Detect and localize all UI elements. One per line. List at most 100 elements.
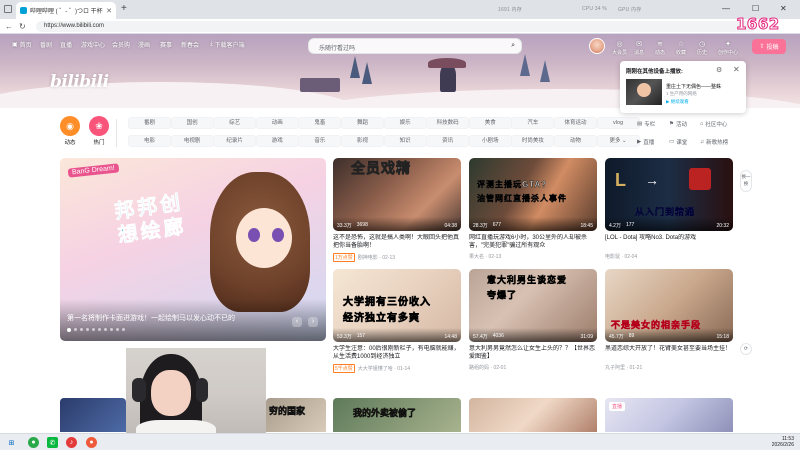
video-thumbnail[interactable]: 评测主播玩GTA? 油管网红直播杀人事件 28.3万 677 18:45 [469,158,597,231]
carousel-prev-icon[interactable]: ‹ [292,317,302,327]
video-title[interactable]: [LOL - Dota] 攻略No3. Dota的游戏 [605,234,733,250]
video-card-partial[interactable] [469,398,597,432]
channel-chip[interactable]: 国创 [170,117,214,129]
nav-esports[interactable]: 赛事 [160,40,172,49]
video-title[interactable]: 大学生注意：00后很刚新栏子，有电脑就能赚，从生活费1000到经济独立 [333,345,461,361]
carousel-dot[interactable] [122,328,125,331]
video-thumbnail[interactable]: 大学拥有三份收入 经济独立有多爽 53.3万 157 14:48 [333,269,461,342]
video-card[interactable]: 评测主播玩GTA? 油管网红直播杀人事件 28.3万 677 18:45 网红直播… [469,158,597,260]
live-card-partial[interactable]: 直播 [605,398,733,432]
channel-chip[interactable]: 纪录片 [213,135,257,147]
nav-bangumi[interactable]: 番剧 [40,40,52,49]
carousel-dot[interactable] [74,328,77,331]
link-live[interactable]: ▶ 直播 [637,138,654,146]
video-title[interactable]: 意大利男男竟然怎么让女生上头的？？【世界恋爱图鉴】 [469,345,597,361]
uploader[interactable]: 剧神电影 · 02-13 [358,254,395,261]
video-thumbnail[interactable]: 全员戏精 33.3万 3698 04:38 [333,158,461,231]
browser-tab[interactable]: 哔哩哔哩 ( ゜- ゜)つロ 干杯~-bilibili ✕ [16,2,116,19]
search-icon[interactable]: ⌕ [511,42,515,50]
video-card-partial[interactable]: 穷的国家 [266,398,326,432]
nav-live[interactable]: 直播 [60,40,72,49]
video-thumbnail[interactable]: 不是美女的相亲手段 45.7万 89 15:18 [605,269,733,342]
search-box[interactable]: 乐随行看过吗 ⌕ [308,38,522,54]
channel-chip[interactable]: 时尚美妆 [511,135,555,147]
channel-chip[interactable]: 动物 [554,135,597,147]
nav-creator[interactable]: ✦ 创作中心 [718,40,738,56]
video-card[interactable]: 意大利男生谈恋爱 夸爆了 57.4万 4036 31:09 意大利男男竟然怎么让女… [469,269,597,371]
bilibili-logo[interactable]: bilibili [50,72,109,92]
video-card[interactable]: 不是美女的相亲手段 45.7万 89 15:18 黑道恋综大开放了！花臂美女甚至要… [605,269,733,371]
nav-dynamic[interactable]: ≋ 动态 [655,40,665,56]
carousel-caption[interactable]: 第一名将制作卡面进游戏！一起绘制马以发心动不已的 [67,313,235,323]
carousel-dot[interactable] [92,328,95,331]
popup-video-name[interactable]: 重庄土下无偶色——整蛛 [666,83,742,90]
nav-manga[interactable]: 漫画 [138,40,150,49]
channel-chip[interactable]: 音乐 [298,135,342,147]
channel-chip[interactable]: 番剧 [128,117,171,129]
channel-chip[interactable]: 更多 ⌄ [596,135,640,147]
carousel-dot[interactable] [80,328,83,331]
hero-carousel[interactable]: BanG Dream! 邦邦创想绘廊 第一名将制作卡面进游戏！一起绘制马以发心动… [60,158,326,341]
channel-chip[interactable]: 体育运动 [554,117,597,129]
carousel-next-icon[interactable]: › [308,317,318,327]
video-card[interactable]: 大学拥有三份收入 经济独立有多爽 53.3万 157 14:48 大学生注意：00… [333,269,461,373]
video-title[interactable]: 网红直播玩游戏6小时，30公里外的人却被杀害，"完美犯罪"骗过所有观众 [469,234,597,250]
gear-icon[interactable]: ⚙ [716,66,722,74]
system-clock[interactable]: 11:53 2026/2/26 [772,436,794,448]
window-menu-icon[interactable] [4,5,12,13]
carousel-dot[interactable] [67,328,71,332]
continue-watching-link[interactable]: ▶ 继续观看 [666,99,689,105]
reload-icon[interactable]: ↻ [19,22,26,31]
browser-icon[interactable]: ● [28,437,39,448]
link-column[interactable]: ▤ 专栏 [637,120,655,128]
search-input[interactable]: 乐随行看过吗 [319,43,355,52]
url-field[interactable]: https://www.bilibili.com [36,21,756,32]
channel-chip[interactable]: 美食 [468,117,512,129]
channel-chip[interactable]: 电影 [128,135,171,147]
uploader[interactable]: 果大名 · 02-13 [469,253,501,260]
channel-chip[interactable]: 知识 [383,135,427,147]
carousel-dot[interactable] [86,328,89,331]
nav-messages[interactable]: ✉ 消息 [634,40,644,56]
nav-new-year[interactable]: 新春会 [181,40,199,49]
link-community[interactable]: ⌂ 社区中心 [700,120,727,128]
back-icon[interactable]: ← [5,22,13,31]
video-card[interactable]: 全员戏精 33.3万 3698 04:38 这不是恐怖，这就是搞人类啊！大眼回头把… [333,158,461,262]
upload-button[interactable]: ⇧ 投稿 [752,39,786,54]
video-thumbnail[interactable]: L → 从入门到精通 4.2万 177 20:32 [605,158,733,231]
carousel-dot[interactable] [104,328,107,331]
start-icon[interactable]: ⊞ [6,437,17,448]
nav-game-center[interactable]: 游戏中心 [81,40,105,49]
video-card-partial[interactable]: 我的外卖被偷了 [333,398,461,432]
channel-chip[interactable]: 科技数码 [426,117,470,129]
uploader[interactable]: 大大学姐懂了哈 · 01-14 [358,365,410,372]
nav-history[interactable]: ◷ 历史 [697,40,707,56]
channel-chip[interactable]: 影视 [341,135,384,147]
video-card-partial[interactable] [60,398,126,432]
channel-chip[interactable]: 鬼畜 [298,117,342,129]
channel-chip[interactable]: 娱乐 [383,117,427,129]
carousel-dot[interactable] [116,328,119,331]
nav-favorites[interactable]: ☆ 收藏 [676,40,686,56]
close-icon[interactable]: ✕ [733,65,740,74]
close-window-icon[interactable]: ✕ [780,4,787,13]
channel-hot[interactable]: ❀ 热门 [88,116,110,146]
link-activity[interactable]: ⚑ 活动 [669,120,687,128]
uploader[interactable]: 丸子阿里 · 01-21 [605,364,642,371]
channel-chip[interactable]: 电视剧 [170,135,214,147]
channel-chip[interactable]: 舞蹈 [341,117,384,129]
refresh-feed-button[interactable]: 换一换 [740,170,752,192]
channel-chip[interactable]: vlog [596,117,640,129]
wechat-icon[interactable]: ✆ [47,437,58,448]
nav-mall[interactable]: 会员购 [112,40,130,49]
new-tab-button[interactable]: + [121,3,127,14]
video-title[interactable]: 这不是恐怖，这就是搞人类啊！大眼回头把他真把你当备胎啊！ [333,234,461,250]
channel-chip[interactable]: 游戏 [255,135,299,147]
channel-chip[interactable]: 小剧场 [468,135,512,147]
channel-chip[interactable]: 资讯 [426,135,470,147]
minimize-icon[interactable]: — [722,4,730,13]
channel-chip[interactable]: 动画 [255,117,299,129]
link-music[interactable]: ♫ 新歌热榜 [700,138,728,146]
maximize-icon[interactable]: ☐ [752,4,759,13]
close-tab-icon[interactable]: ✕ [106,7,112,15]
